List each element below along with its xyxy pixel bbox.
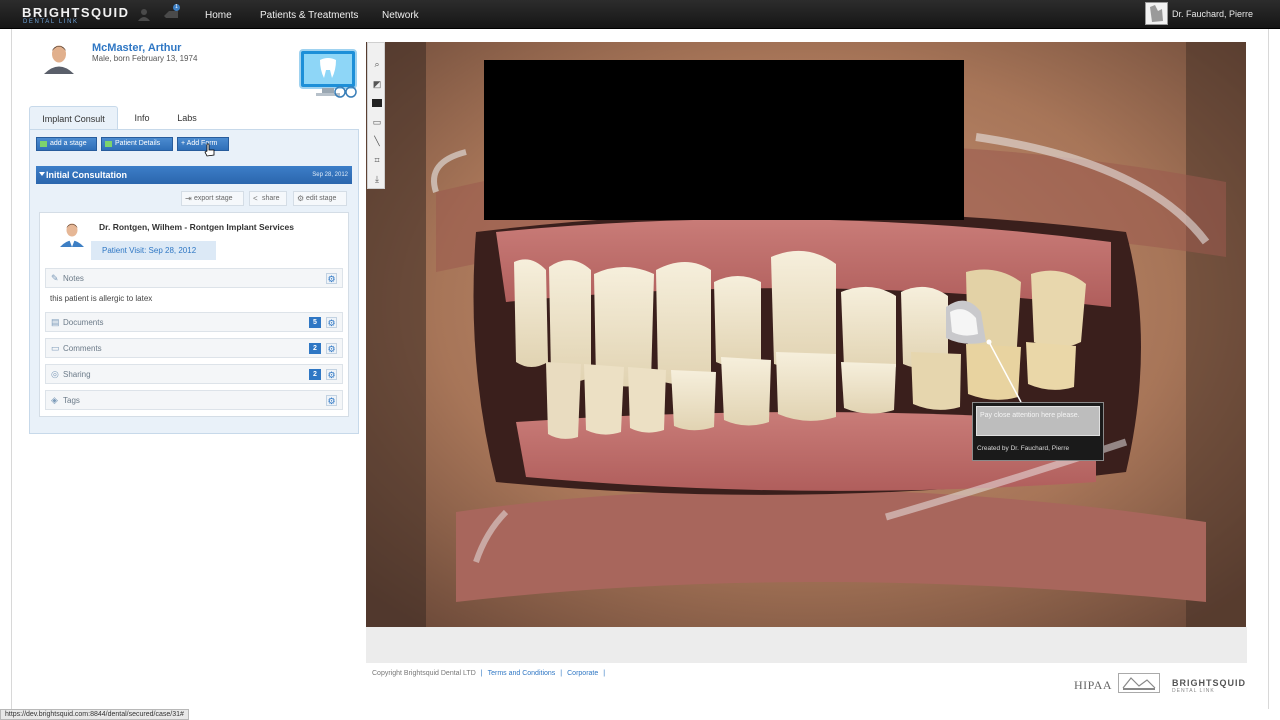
stage-header[interactable]: Initial Consultation Sep 28, 2012 (36, 166, 352, 184)
user-name[interactable]: Dr. Fauchard, Pierre (1172, 9, 1253, 19)
note-text: this patient is allergic to latex (50, 294, 153, 303)
user-avatar[interactable] (1145, 2, 1168, 25)
comments-gear-icon[interactable]: ⚙ (326, 343, 337, 354)
page-footer: Copyright Brightsquid Dental LTD | Terms a… (372, 670, 610, 677)
image-toolbar: ⌕ ◩ ▭ ╲ ⌗ ⤓ (367, 42, 385, 189)
certification-logo (1118, 673, 1160, 693)
provider-name[interactable]: Dr. Rontgen, Wilhem - Rontgen Implant Se… (99, 222, 294, 232)
brand-tagline: DENTAL LINK (23, 19, 79, 25)
edit-stage-button[interactable]: ⚙ edit stage (293, 191, 347, 206)
tab-implant-consult[interactable]: Implant Consult (29, 106, 118, 130)
add-stage-button[interactable]: add a stage (36, 137, 97, 151)
annotation-text[interactable]: Pay close attention here please. (976, 406, 1100, 436)
patient-name[interactable]: McMaster, Arthur (92, 42, 181, 54)
annotation-author: Created by Dr. Fauchard, Pierre (977, 445, 1070, 452)
stage-title: Initial Consultation (46, 170, 127, 180)
notes-label: Notes (63, 274, 84, 283)
download-icon[interactable]: ⤓ (371, 173, 383, 185)
sharing-count-badge: 2 (309, 369, 321, 380)
comment-icon: ▭ (51, 343, 60, 353)
nav-link-home[interactable]: Home (205, 10, 232, 21)
notes-section[interactable]: ✎ Notes ⚙ (45, 268, 343, 288)
nav-link-network[interactable]: Network (382, 10, 419, 21)
patient-details: Male, born February 13, 1974 (92, 54, 198, 63)
comments-label: Comments (63, 344, 102, 353)
tags-gear-icon[interactable]: ⚙ (326, 395, 337, 406)
share-label: share (262, 195, 280, 202)
frame-border-left (11, 29, 12, 709)
line-tool-icon[interactable]: ╲ (371, 135, 383, 147)
top-nav-bar: BRIGHTSQUID DENTAL LINK 1 Home Patients … (0, 0, 1280, 29)
terms-link[interactable]: Terms and Conditions (488, 670, 556, 677)
frame-border-right (1268, 29, 1269, 709)
copyright-text: Copyright Brightsquid Dental LTD (372, 670, 476, 677)
patient-details-button[interactable]: Patient Details (101, 137, 173, 151)
sharing-section[interactable]: ◎ Sharing 2 ⚙ (45, 364, 343, 384)
tab-info[interactable]: Info (127, 106, 157, 130)
tags-section[interactable]: ◈ Tags ⚙ (45, 390, 343, 410)
export-stage-button[interactable]: ⇥ export stage (181, 191, 244, 206)
patient-details-icon (105, 141, 112, 147)
profile-icon[interactable] (136, 6, 152, 22)
footer-separator: | (603, 670, 606, 677)
crop-icon[interactable]: ⌗ (371, 154, 383, 166)
comments-count-badge: 2 (309, 343, 321, 354)
gear-icon: ⚙ (297, 194, 305, 203)
tag-icon: ◈ (51, 395, 58, 405)
documents-gear-icon[interactable]: ⚙ (326, 317, 337, 328)
comments-section[interactable]: ▭ Comments 2 ⚙ (45, 338, 343, 358)
dental-photo[interactable] (366, 42, 1246, 627)
sharing-label: Sharing (63, 370, 91, 379)
export-icon: ⇥ (185, 194, 192, 203)
documents-count-badge: 5 (309, 317, 321, 328)
share-icon: < (253, 194, 258, 203)
nav-link-patients-treatments[interactable]: Patients & Treatments (260, 10, 358, 21)
share-button[interactable]: < share (249, 191, 287, 206)
annotation-callout[interactable]: Pay close attention here please. Created… (972, 402, 1104, 461)
notes-icon: ✎ (51, 273, 59, 283)
export-stage-label: export stage (194, 195, 233, 202)
documents-label: Documents (63, 318, 104, 327)
viewer-footer-strip (366, 627, 1247, 663)
document-icon: ▤ (51, 317, 60, 327)
stage-date: Sep 28, 2012 (312, 172, 348, 178)
brightsquid-footer-tagline: DENTAL LINK (1172, 688, 1215, 694)
tags-label: Tags (63, 396, 80, 405)
hand-cursor-icon (204, 143, 215, 157)
brand-logo[interactable]: BRIGHTSQUID (22, 5, 130, 20)
patient-details-label: Patient Details (115, 140, 161, 147)
collapse-caret-icon[interactable] (39, 172, 45, 176)
hipaa-logo: HIPAA (1074, 678, 1113, 692)
add-stage-label: add a stage (50, 140, 87, 147)
provider-avatar (58, 220, 86, 247)
brightsquid-footer-logo: BRIGHTSQUID (1172, 678, 1246, 688)
add-form-button[interactable]: + Add Form (177, 137, 229, 151)
footer-separator: | (480, 670, 483, 677)
corporate-link[interactable]: Corporate (567, 670, 598, 677)
zoom-icon[interactable]: ⌕ (371, 58, 383, 70)
visit-date-badge: Patient Visit: Sep 28, 2012 (91, 241, 216, 260)
sharing-icon: ◎ (51, 369, 59, 379)
eraser-icon[interactable]: ◩ (371, 78, 383, 90)
edit-stage-label: edit stage (306, 195, 337, 202)
add-stage-icon (40, 141, 47, 147)
comment-tool-icon[interactable]: ▭ (371, 116, 383, 128)
rectangle-tool-icon[interactable] (371, 97, 383, 109)
patient-avatar (40, 41, 78, 74)
dental-chart-icon[interactable] (298, 48, 359, 100)
notification-badge: 1 (173, 4, 180, 11)
documents-section[interactable]: ▤ Documents 5 ⚙ (45, 312, 343, 332)
notes-gear-icon[interactable]: ⚙ (326, 273, 337, 284)
tab-labs[interactable]: Labs (172, 106, 202, 130)
footer-separator: | (560, 670, 563, 677)
browser-status-url: https://dev.brightsquid.com:8844/dental/… (0, 709, 189, 720)
sharing-gear-icon[interactable]: ⚙ (326, 369, 337, 380)
